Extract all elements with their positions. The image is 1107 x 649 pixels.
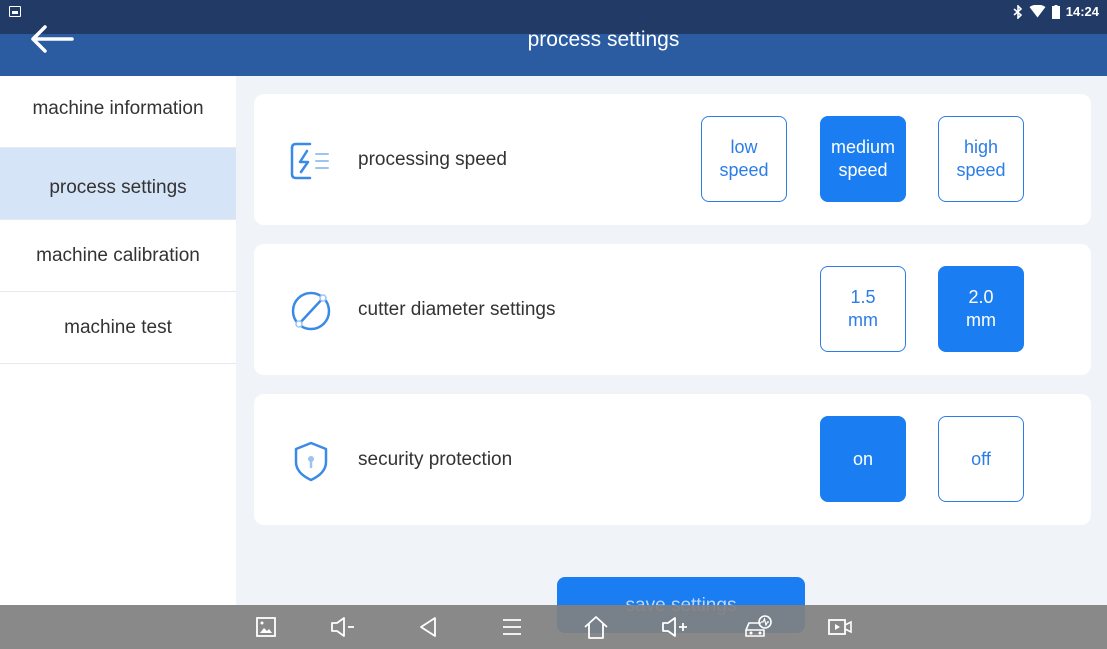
sidebar-item-machine-test[interactable]: machine test bbox=[0, 292, 236, 364]
settings-panel: processing speed low speed medium speed … bbox=[236, 76, 1107, 605]
high-speed-line2: speed bbox=[956, 160, 1006, 180]
car-diagnostic-icon[interactable] bbox=[740, 612, 776, 642]
security-off-label: off bbox=[971, 448, 991, 469]
medium-speed-button[interactable]: medium speed bbox=[820, 116, 906, 202]
medium-speed-line1: medium bbox=[830, 137, 896, 157]
security-on-button[interactable]: on bbox=[820, 416, 906, 502]
low-speed-button[interactable]: low speed bbox=[701, 116, 787, 202]
status-icons: 14:24 bbox=[1013, 4, 1099, 19]
cutter-diameter-card: cutter diameter settings 1.5 mm 2.0 mm bbox=[254, 244, 1091, 375]
high-speed-line1: high bbox=[963, 137, 999, 157]
battery-icon bbox=[1051, 4, 1060, 19]
system-nav-bar bbox=[0, 605, 1107, 649]
screen-record-icon[interactable] bbox=[822, 612, 858, 642]
shield-icon bbox=[288, 438, 334, 484]
notification-image-icon bbox=[9, 6, 21, 17]
cutter-diameter-label: cutter diameter settings bbox=[358, 298, 556, 320]
processing-speed-label: processing speed bbox=[358, 148, 507, 170]
clock: 14:24 bbox=[1065, 4, 1099, 19]
security-protection-label: security protection bbox=[358, 448, 513, 470]
bluetooth-icon bbox=[1013, 4, 1022, 19]
high-speed-button[interactable]: high speed bbox=[938, 116, 1024, 202]
home-icon[interactable] bbox=[578, 612, 614, 642]
back-icon[interactable] bbox=[410, 612, 446, 642]
cutter-1-5-line1: 1.5 bbox=[850, 287, 876, 307]
sidebar: machine information process settings mac… bbox=[0, 76, 236, 605]
diameter-icon bbox=[288, 288, 334, 334]
sidebar-item-machine-calibration[interactable]: machine calibration bbox=[0, 220, 236, 292]
sidebar-item-process-settings[interactable]: process settings bbox=[0, 148, 236, 220]
security-off-button[interactable]: off bbox=[938, 416, 1024, 502]
cutter-1-5-line2: mm bbox=[848, 310, 878, 330]
menu-icon[interactable] bbox=[494, 612, 530, 642]
wifi-icon bbox=[1029, 5, 1046, 18]
cutter-2-0-line1: 2.0 bbox=[968, 287, 994, 307]
page-title: process settings bbox=[527, 28, 680, 51]
cutter-1-5mm-button[interactable]: 1.5 mm bbox=[820, 266, 906, 352]
sidebar-item-machine-information[interactable]: machine information bbox=[0, 76, 236, 148]
processing-speed-card: processing speed low speed medium speed … bbox=[254, 94, 1091, 225]
security-on-label: on bbox=[852, 448, 874, 469]
volume-down-icon[interactable] bbox=[326, 612, 362, 642]
low-speed-line1: low bbox=[730, 137, 758, 157]
cutter-2-0-line2: mm bbox=[966, 310, 996, 330]
lightning-speed-icon bbox=[288, 138, 334, 184]
screenshot-icon[interactable] bbox=[248, 612, 284, 642]
low-speed-line2: speed bbox=[719, 160, 769, 180]
cutter-2-0mm-button[interactable]: 2.0 mm bbox=[938, 266, 1024, 352]
security-protection-card: security protection on off bbox=[254, 394, 1091, 525]
medium-speed-line2: speed bbox=[838, 160, 888, 180]
volume-up-icon[interactable] bbox=[658, 612, 694, 642]
